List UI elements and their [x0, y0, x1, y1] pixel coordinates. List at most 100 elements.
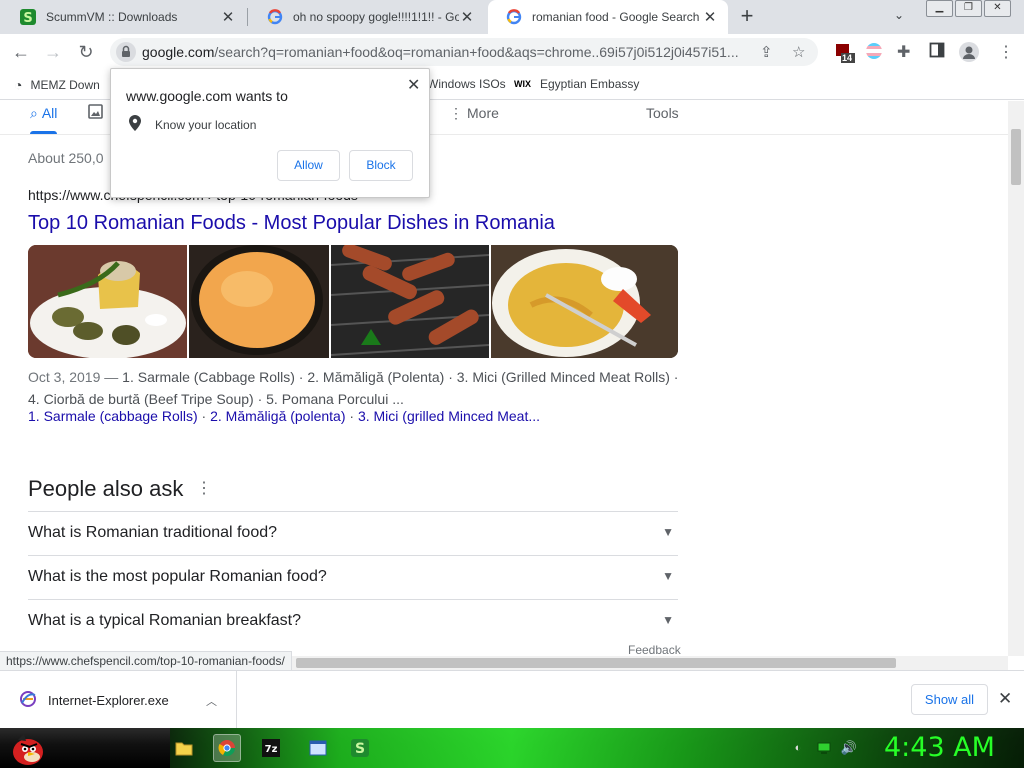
chevron-down-icon: ▼ [662, 525, 674, 539]
close-icon[interactable]: ✕ [220, 8, 236, 26]
scummvm-icon: S [20, 9, 36, 25]
mici-thumbnail[interactable] [331, 245, 489, 358]
internet-explorer-icon [20, 691, 36, 712]
allow-button[interactable]: Allow [277, 150, 340, 181]
sublink-separator: · [197, 408, 211, 424]
bookmark-label: MEMZ Down [30, 78, 100, 92]
tab-search-chevron-icon[interactable]: ⌄ [894, 8, 904, 22]
close-icon[interactable]: ✕ [407, 75, 420, 95]
bookmark-star-icon[interactable]: ☆ [792, 43, 805, 61]
show-all-button[interactable]: Show all [911, 684, 988, 715]
paa-question[interactable]: What is the most popular Romanian food? … [28, 555, 678, 599]
more-dots-icon: ⋮ [449, 105, 463, 121]
extension-badge-icon[interactable]: 14 [834, 42, 855, 63]
permission-title: www.google.com wants to [126, 88, 288, 104]
side-panel-icon[interactable] [929, 42, 949, 62]
start-button-angry-bird-icon[interactable] [8, 730, 48, 768]
minimize-button[interactable]: ▁ [926, 0, 953, 17]
chevron-up-icon[interactable]: ︿ [206, 693, 217, 709]
svg-text:7z: 7z [265, 744, 278, 755]
block-button[interactable]: Block [349, 150, 413, 181]
restore-button[interactable]: ❐ [955, 0, 982, 17]
browser-toolbar: ← → ↻ google.com/search?q=romanian+food&… [0, 34, 1024, 70]
sublink-separator: · [345, 408, 358, 424]
paa-question[interactable]: What is a typical Romanian breakfast? ▼ [28, 599, 678, 643]
location-pin-icon [129, 115, 141, 134]
bookmark-windows-isos[interactable]: Windows ISOs [427, 77, 506, 91]
tab-spoopy-gogle[interactable]: oh no spoopy gogle!!!!1!1!! - Goo ✕ [249, 0, 485, 34]
tab-title: ScummVM :: Downloads [46, 10, 178, 24]
result-snippet: Oct 3, 2019 — 1. Sarmale (Cabbage Rolls)… [28, 366, 688, 410]
location-permission-popup: www.google.com wants to ✕ Know your loca… [110, 68, 430, 198]
close-icon[interactable]: ✕ [702, 8, 718, 26]
bookmark-label: Egyptian Embassy [540, 77, 640, 91]
scummvm-icon[interactable]: S [346, 734, 374, 762]
polenta-thumbnail[interactable] [189, 245, 329, 358]
vertical-scroll-thumb[interactable] [1011, 129, 1021, 185]
7zip-icon[interactable]: 7z [257, 734, 285, 762]
new-tab-button[interactable]: + [736, 5, 758, 28]
vertical-scrollbar[interactable] [1008, 101, 1024, 656]
download-shelf: Internet-Explorer.exe ︿ Show all ✕ [0, 670, 1024, 729]
bookmark-memz[interactable]: ◔ MEMZ Down [14, 77, 100, 93]
paa-question-text: What is the most popular Romanian food? [28, 568, 327, 585]
bookmark-egyptian-embassy[interactable]: WIX Egyptian Embassy [514, 77, 639, 91]
back-arrow-icon[interactable]: ← [10, 41, 32, 63]
trans-flag-extension-icon[interactable] [865, 42, 885, 62]
result-title-link[interactable]: Top 10 Romanian Foods - Most Popular Dis… [28, 212, 555, 235]
result-date: Oct 3, 2019 — [28, 369, 123, 385]
volume-icon[interactable]: 🔊 [838, 734, 860, 762]
image-icon [88, 104, 103, 122]
tab-more[interactable]: ⋮ More [449, 105, 499, 122]
ciorba-thumbnail[interactable] [491, 245, 678, 358]
result-sublinks: 1. Sarmale (cabbage Rolls) · 2. Mămăligă… [28, 408, 540, 424]
reload-icon[interactable]: ↻ [75, 41, 97, 63]
tab-images[interactable] [88, 104, 103, 122]
paa-question-text: What is Romanian traditional food? [28, 524, 278, 541]
tab-separator [247, 8, 248, 26]
svg-text:S: S [23, 11, 32, 25]
tray-arrow-icon[interactable]: ◐ [788, 734, 808, 762]
paa-question-text: What is a typical Romanian breakfast? [28, 612, 302, 629]
close-icon[interactable]: ✕ [459, 8, 475, 26]
download-item[interactable]: Internet-Explorer.exe ︿ [0, 671, 237, 729]
url-path: /search?q=romanian+food&oq=romanian+food… [214, 44, 739, 60]
url-text[interactable]: google.com/search?q=romanian+food&oq=rom… [142, 44, 752, 60]
share-icon[interactable]: ⇪ [760, 43, 773, 61]
profile-avatar-icon[interactable] [959, 42, 979, 62]
horizontal-scroll-thumb[interactable] [296, 658, 896, 668]
window-close-button[interactable]: ✕ [984, 0, 1011, 17]
download-filename: Internet-Explorer.exe [48, 693, 169, 708]
file-explorer-icon[interactable] [170, 734, 198, 762]
permission-request-text: Know your location [155, 117, 257, 132]
extension-badge-count: 14 [842, 53, 853, 63]
puzzle-extensions-icon[interactable]: ✚ [897, 42, 917, 62]
google-icon [506, 9, 522, 25]
close-icon[interactable]: ✕ [998, 689, 1012, 709]
window-app-icon[interactable] [304, 734, 332, 762]
tab-title: romanian food - Google Search [532, 10, 700, 24]
taskbar-clock[interactable]: 4:43 AM [884, 732, 995, 763]
tab-romanian-food[interactable]: romanian food - Google Search ✕ [488, 0, 728, 34]
chevron-down-icon: ▼ [662, 613, 674, 627]
tab-scummvm[interactable]: S ScummVM :: Downloads ✕ [2, 0, 246, 34]
sublink[interactable]: 3. Mici (grilled Minced Meat... [358, 408, 540, 424]
network-icon[interactable] [814, 734, 834, 762]
result-snippet-text: 1. Sarmale (Cabbage Rolls) · 2. Mămăligă… [28, 369, 679, 407]
taskbar: 7z S ◐ 🔊 4:43 AM [0, 728, 1024, 768]
lock-icon[interactable] [116, 42, 136, 62]
sublink[interactable]: 1. Sarmale (cabbage Rolls) [28, 408, 198, 424]
sublink[interactable]: 2. Mămăligă (polenta) [210, 408, 345, 424]
forward-arrow-icon[interactable]: → [42, 41, 64, 63]
wix-icon: WIX [514, 79, 531, 89]
more-options-icon[interactable]: ⋮ [196, 478, 212, 498]
kebab-menu-icon[interactable]: ⋮ [996, 42, 1016, 62]
sarmale-thumbnail[interactable] [28, 245, 187, 358]
feedback-link[interactable]: Feedback [628, 643, 681, 656]
chrome-icon[interactable] [213, 734, 241, 762]
status-bar-url: https://www.chefspencil.com/top-10-roman… [0, 651, 292, 671]
paa-question[interactable]: What is Romanian traditional food? ▼ [28, 511, 678, 555]
address-bar[interactable]: google.com/search?q=romanian+food&oq=rom… [110, 38, 818, 66]
tools-button[interactable]: Tools [646, 105, 679, 121]
tab-all[interactable]: ⌕ All [30, 105, 58, 134]
